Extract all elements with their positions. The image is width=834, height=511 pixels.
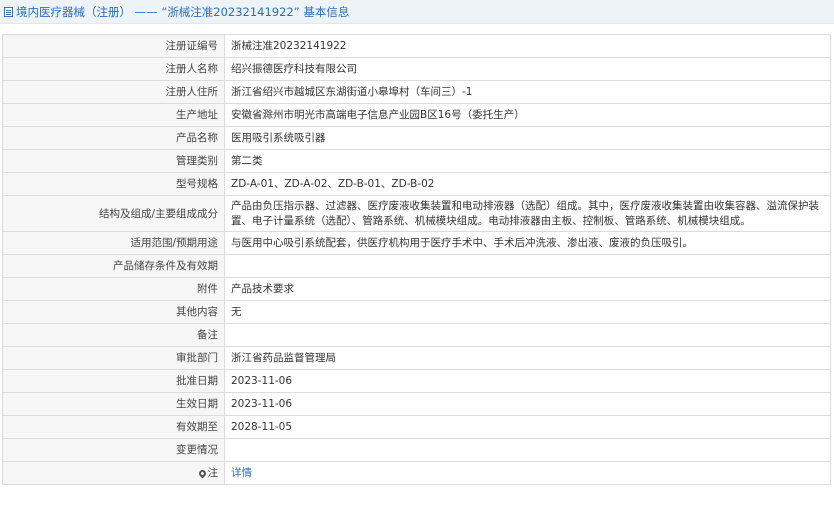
table-row: 注册人名称 绍兴振德医疗科技有限公司 bbox=[2, 57, 831, 81]
row-label: 生产地址 bbox=[2, 103, 225, 127]
detail-link[interactable]: 详情 bbox=[231, 467, 252, 479]
row-label: 型号规格 bbox=[2, 172, 225, 196]
row-value bbox=[224, 254, 831, 278]
page-title: 境内医疗器械（注册） —— “浙械注准20232141922” 基本信息 bbox=[16, 4, 350, 19]
table-row: 型号规格 ZD-A-01、ZD-A-02、ZD-B-01、ZD-B-02 bbox=[2, 172, 831, 196]
table-row: 生效日期 2023-11-06 bbox=[2, 392, 831, 416]
row-value: 浙江省绍兴市越城区东湖街道小皋埠村（车间三）-1 bbox=[224, 80, 831, 104]
table-row: 附件 产品技术要求 bbox=[2, 277, 831, 301]
row-value: 浙械注准20232141922 bbox=[224, 34, 831, 58]
row-value: 绍兴振德医疗科技有限公司 bbox=[224, 57, 831, 81]
row-value: 产品由负压指示器、过滤器、医疗废液收集装置和电动排液器（选配）组成。其中，医疗废… bbox=[224, 195, 831, 232]
row-value: 2023-11-06 bbox=[224, 392, 831, 416]
table-row: 产品名称 医用吸引系统吸引器 bbox=[2, 126, 831, 150]
title-bar: 境内医疗器械（注册） —— “浙械注准20232141922” 基本信息 bbox=[0, 0, 834, 24]
note-label-cell: 注 bbox=[2, 461, 225, 485]
row-label: 产品储存条件及有效期 bbox=[2, 254, 225, 278]
row-label: 适用范围/预期用途 bbox=[2, 231, 225, 255]
row-label: 备注 bbox=[2, 323, 225, 347]
info-table: 注册证编号 浙械注准20232141922 注册人名称 绍兴振德医疗科技有限公司… bbox=[2, 34, 831, 485]
row-value: 与医用中心吸引系统配套，供医疗机构用于医疗手术中、手术后冲洗液、渗出液、废液的负… bbox=[224, 231, 831, 255]
row-label: 生效日期 bbox=[2, 392, 225, 416]
note-value-cell: 详情 bbox=[224, 461, 831, 485]
table-row: 注 详情 bbox=[2, 461, 831, 485]
row-value: 2023-11-06 bbox=[224, 369, 831, 393]
table-row: 适用范围/预期用途 与医用中心吸引系统配套，供医疗机构用于医疗手术中、手术后冲洗… bbox=[2, 231, 831, 255]
row-value: 产品技术要求 bbox=[224, 277, 831, 301]
table-row: 有效期至 2028-11-05 bbox=[2, 415, 831, 439]
table-row: 生产地址 安徽省滁州市明光市高端电子信息产业园B区16号（委托生产） bbox=[2, 103, 831, 127]
row-label: 注册人住所 bbox=[2, 80, 225, 104]
row-value: 无 bbox=[224, 300, 831, 324]
table-row: 批准日期 2023-11-06 bbox=[2, 369, 831, 393]
row-label: 其他内容 bbox=[2, 300, 225, 324]
row-label: 变更情况 bbox=[2, 438, 225, 462]
row-label: 注册证编号 bbox=[2, 34, 225, 58]
row-value: 浙江省药品监督管理局 bbox=[224, 346, 831, 370]
row-label: 结构及组成/主要组成成分 bbox=[2, 195, 225, 232]
document-icon bbox=[4, 6, 13, 17]
row-label: 注册人名称 bbox=[2, 57, 225, 81]
row-value: 安徽省滁州市明光市高端电子信息产业园B区16号（委托生产） bbox=[224, 103, 831, 127]
pin-icon bbox=[197, 468, 207, 479]
table-row: 变更情况 bbox=[2, 438, 831, 462]
row-label: 批准日期 bbox=[2, 369, 225, 393]
table-row: 结构及组成/主要组成成分 产品由负压指示器、过滤器、医疗废液收集装置和电动排液器… bbox=[2, 195, 831, 232]
table-row: 审批部门 浙江省药品监督管理局 bbox=[2, 346, 831, 370]
table-row: 注册人住所 浙江省绍兴市越城区东湖街道小皋埠村（车间三）-1 bbox=[2, 80, 831, 104]
row-label: 附件 bbox=[2, 277, 225, 301]
row-label: 有效期至 bbox=[2, 415, 225, 439]
table-row: 其他内容 无 bbox=[2, 300, 831, 324]
row-value: 第二类 bbox=[224, 149, 831, 173]
row-label: 产品名称 bbox=[2, 126, 225, 150]
row-value bbox=[224, 438, 831, 462]
row-value: 2028-11-05 bbox=[224, 415, 831, 439]
row-value: 医用吸引系统吸引器 bbox=[224, 126, 831, 150]
row-label: 管理类别 bbox=[2, 149, 225, 173]
table-row: 备注 bbox=[2, 323, 831, 347]
table-row: 注册证编号 浙械注准20232141922 bbox=[2, 34, 831, 58]
row-value bbox=[224, 323, 831, 347]
row-value: ZD-A-01、ZD-A-02、ZD-B-01、ZD-B-02 bbox=[224, 172, 831, 196]
row-label: 审批部门 bbox=[2, 346, 225, 370]
note-label: 注 bbox=[207, 467, 219, 479]
table-row: 管理类别 第二类 bbox=[2, 149, 831, 173]
table-row: 产品储存条件及有效期 bbox=[2, 254, 831, 278]
